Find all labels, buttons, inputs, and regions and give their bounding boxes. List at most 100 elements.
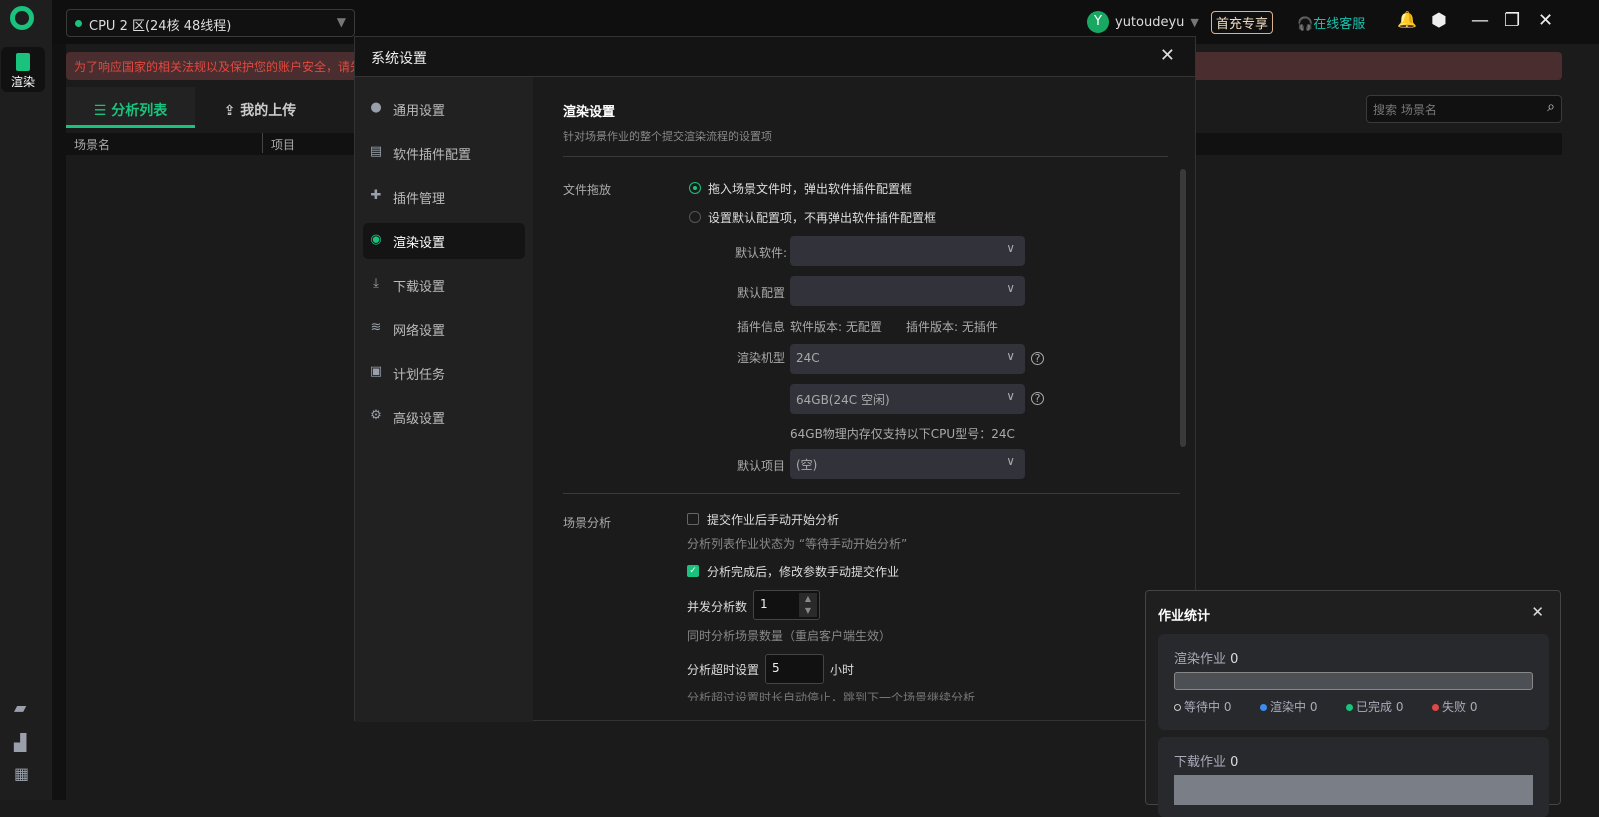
manual-submit-checkbox[interactable]: ✓ 分析完成后，修改参数手动提交作业: [687, 563, 937, 581]
nav-render[interactable]: ◉ 渲染设置: [363, 223, 525, 259]
tab-label: 分析列表: [111, 103, 168, 119]
chevron-down-icon: ∨: [1006, 281, 1015, 295]
chevron-down-icon: ∨: [1006, 389, 1015, 403]
search-placeholder: 搜索 场景名: [1373, 103, 1437, 117]
timeout-note: 分析超过设置时长自动停止，跳到下一个场景继续分析: [687, 691, 976, 701]
render-jobs-count: 0: [1230, 652, 1239, 667]
list-icon: ☰: [93, 103, 112, 119]
promo-button[interactable]: 首充专享: [1211, 11, 1274, 34]
checkbox-label: 分析完成后，修改参数手动提交作业: [707, 565, 900, 579]
nav-download[interactable]: ⤓ 下载设置: [363, 267, 525, 303]
check-icon: ✓: [687, 565, 699, 577]
legend-label: 渲染中 0: [1270, 700, 1318, 714]
help-icon[interactable]: ?: [1031, 392, 1044, 405]
chevron-down-icon: ∨: [1006, 349, 1015, 363]
nav-label: 软件插件配置: [393, 148, 472, 163]
download-jobs-count: 0: [1230, 755, 1239, 770]
tab-my-uploads[interactable]: ⇪ 我的上传: [200, 87, 320, 128]
nav-advanced[interactable]: ⚙ 高级设置: [363, 399, 525, 435]
cpu-zone-label: CPU 2 区(24核 48线程): [89, 19, 232, 34]
bell-icon[interactable]: 🔔: [1397, 10, 1417, 29]
plugin-version: 插件版本: 无插件: [906, 320, 998, 334]
restore-button[interactable]: ❐: [1504, 10, 1520, 31]
legend-rendering: 渲染中 0: [1260, 698, 1317, 715]
download-icon: ⤓: [373, 276, 379, 291]
download-jobs-label: 下载作业: [1174, 755, 1227, 770]
tab-analysis-list[interactable]: ☰ 分析列表: [66, 87, 195, 128]
column-header[interactable]: 场景名: [74, 136, 110, 153]
panel-title: 作业统计: [1158, 609, 1211, 624]
default-config-select[interactable]: ∨: [790, 276, 1025, 306]
upload-icon: ⇪: [223, 103, 241, 119]
search-icon[interactable]: ⌕: [1547, 99, 1555, 115]
nav-general[interactable]: ● 通用设置: [363, 91, 525, 127]
tab-label: 我的上传: [240, 103, 297, 119]
radio-unchecked: [689, 211, 701, 223]
nav-label: 通用设置: [393, 104, 446, 119]
divider: [563, 493, 1180, 494]
radio-label: 设置默认配置项，不再弹出软件插件配置框: [708, 211, 937, 225]
settings-dialog: 系统设置 ✕ ● 通用设置 ▤ 软件插件配置 ✚ 插件管理 ◉ 渲染设置 ⤓ 下载设置 ≋…: [354, 36, 1196, 722]
timeout-unit: 小时: [830, 663, 855, 677]
search-input[interactable]: 搜索 场景名 ⌕: [1366, 95, 1562, 123]
stepper-arrows-icon[interactable]: ▲ ▼: [799, 593, 817, 617]
nav-label: 高级设置: [393, 412, 446, 427]
nav-software-plugin[interactable]: ▤ 软件插件配置: [363, 135, 525, 171]
settings-nav: ● 通用设置 ▤ 软件插件配置 ✚ 插件管理 ◉ 渲染设置 ⤓ 下载设置 ≋ 网络设置 ▣ 计…: [355, 77, 533, 722]
default-config-label: 默认配置: [737, 286, 786, 300]
scene-analysis-label: 场景分析: [563, 516, 612, 530]
timeout-label: 分析超时设置: [687, 663, 760, 677]
render-jobs-card: 渲染作业 0 等待中 0 渲染中 0 已完成 0 失败 0: [1158, 634, 1549, 730]
nav-schedule[interactable]: ▣ 计划任务: [363, 355, 525, 391]
radio-popup-config[interactable]: 拖入场景文件时，弹出软件插件配置框: [689, 180, 1089, 198]
close-icon[interactable]: ✕: [1531, 603, 1544, 621]
legend-failed: 失败 0: [1432, 698, 1477, 715]
select-value: 24C: [796, 351, 820, 365]
timeout-input[interactable]: 5: [765, 654, 824, 684]
nav-plugin-manage[interactable]: ✚ 插件管理: [363, 179, 525, 215]
column-header[interactable]: 项目: [271, 136, 295, 153]
close-icon[interactable]: ✕: [1160, 45, 1175, 66]
minimize-button[interactable]: —: [1471, 10, 1489, 31]
progress-bar: [1174, 672, 1533, 690]
cpu-zone-select[interactable]: CPU 2 区(24核 48线程) ▼: [66, 9, 355, 37]
puzzle-icon: ✚: [370, 188, 382, 203]
select-value: 64GB(24C 空闲): [796, 393, 890, 407]
close-window-button[interactable]: ✕: [1538, 10, 1553, 31]
online-service-button[interactable]: 🎧在线客服: [1297, 13, 1365, 32]
nav-label: 插件管理: [393, 192, 446, 207]
wifi-icon: ≋: [370, 320, 382, 335]
username: yutoudeyu: [1115, 14, 1185, 30]
legend-label: 已完成 0: [1356, 700, 1404, 714]
memory-select[interactable]: 64GB(24C 空闲) ∨: [790, 384, 1025, 414]
software-version: 软件版本: 无配置: [790, 320, 882, 334]
radio-default-config[interactable]: 设置默认配置项，不再弹出软件插件配置框: [689, 209, 1089, 227]
status-dot: [75, 20, 82, 27]
select-value: (空): [796, 458, 818, 472]
legend-label: 等待中 0: [1184, 700, 1232, 714]
manual-start-checkbox[interactable]: 提交作业后手动开始分析: [687, 511, 887, 529]
divider: [52, 0, 66, 800]
settings-icon[interactable]: ⬢: [1431, 10, 1447, 31]
app-logo: [10, 6, 34, 30]
concurrency-stepper[interactable]: 1 ▲ ▼: [753, 590, 820, 620]
qrcode-icon[interactable]: ▦: [14, 764, 29, 783]
checkbox-label: 提交作业后手动开始分析: [707, 513, 840, 527]
default-project-select[interactable]: (空) ∨: [790, 449, 1025, 479]
job-stats-panel: 作业统计 ✕ 渲染作业 0 等待中 0 渲染中 0 已完成 0 失败 0 下载作…: [1145, 590, 1561, 817]
user-menu[interactable]: Yyutoudeyu ▼: [1087, 11, 1199, 33]
sidebar-item-label: 渲染: [10, 75, 35, 89]
folder-icon[interactable]: ▰: [14, 698, 26, 717]
chart-icon[interactable]: ▟: [14, 733, 26, 752]
circle-icon: ●: [370, 100, 382, 115]
machine-select[interactable]: 24C ∨: [790, 344, 1025, 374]
nav-network[interactable]: ≋ 网络设置: [363, 311, 525, 347]
sidebar-item-render[interactable]: 渲染: [1, 47, 45, 92]
dialog-title: 系统设置: [371, 51, 427, 67]
sidebar: 渲染 ▰ ▟ ▦: [0, 0, 52, 800]
nav-label: 渲染设置: [393, 236, 446, 251]
default-software-select[interactable]: ∨: [790, 236, 1025, 266]
help-icon[interactable]: ?: [1031, 352, 1044, 365]
scrollbar[interactable]: [1180, 169, 1186, 447]
avatar: Y: [1087, 11, 1109, 33]
